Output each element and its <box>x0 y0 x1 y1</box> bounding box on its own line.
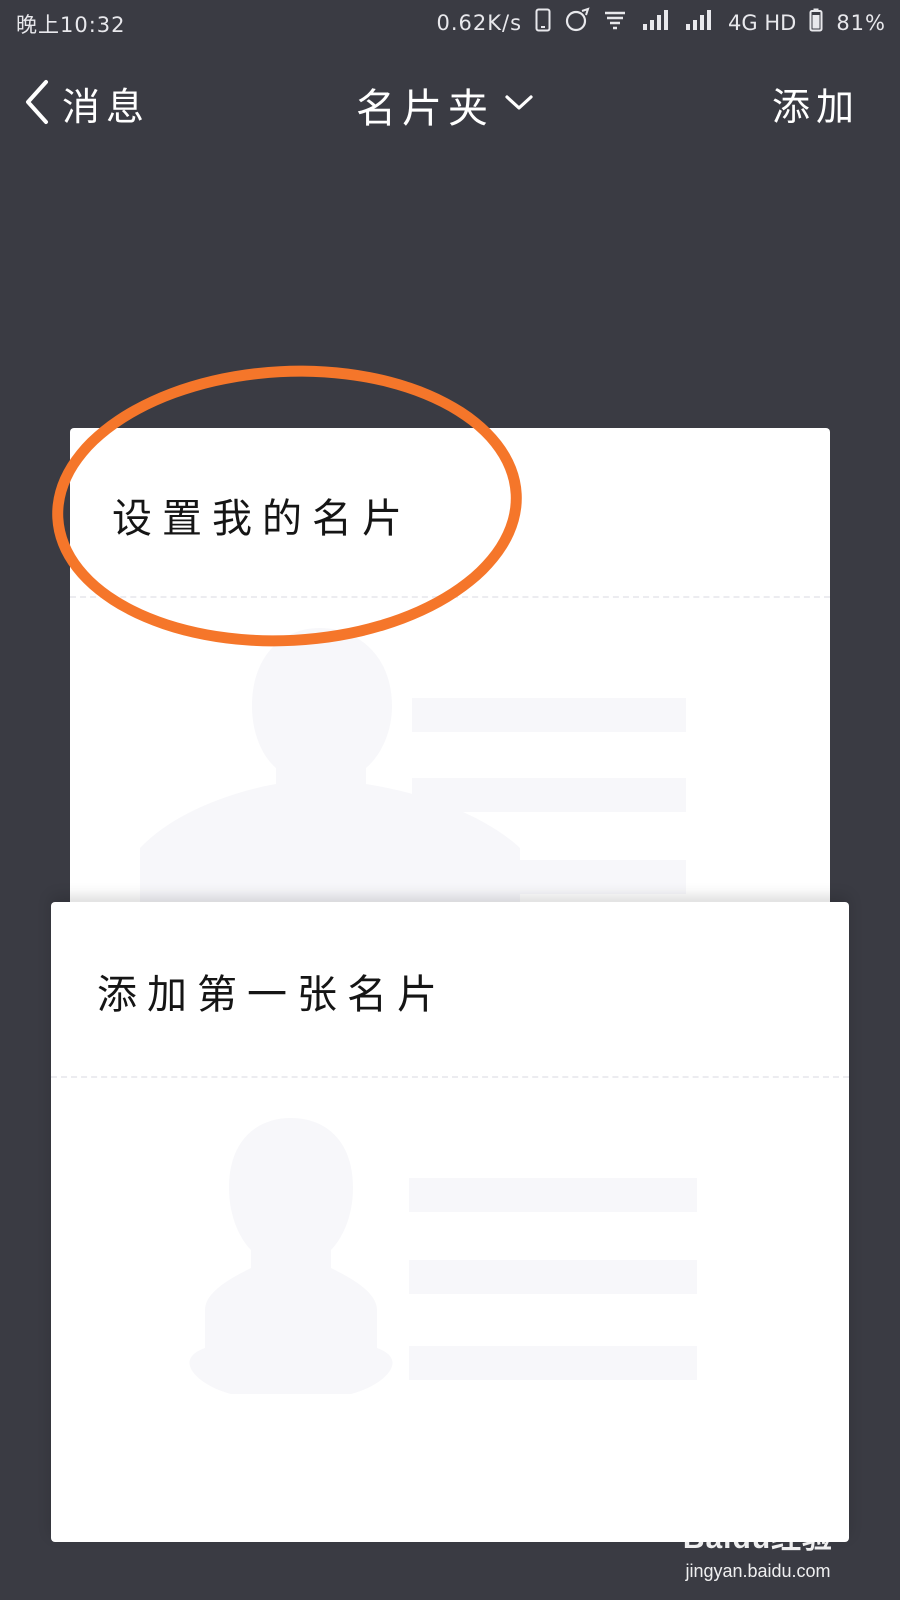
watermark-logo: Baidu经验 <box>682 1522 834 1555</box>
placeholder-line <box>409 1346 697 1380</box>
alarm-icon <box>564 7 590 38</box>
wifi-icon <box>603 9 629 36</box>
status-bar: 晚上10:32 0.62K/s 4G HD 81% <box>0 0 900 46</box>
add-first-card[interactable]: 添加第一张名片 <box>51 902 849 1542</box>
my-card[interactable]: 设置我的名片 <box>70 428 830 916</box>
placeholder-line <box>412 698 686 732</box>
status-time: 晚上10:32 <box>16 13 126 37</box>
add-button[interactable]: 添加 <box>772 76 860 131</box>
back-arrow-icon <box>22 79 52 129</box>
folder-switcher[interactable]: 名片夹 <box>356 76 534 134</box>
signal-icon <box>642 9 672 36</box>
signal-icon <box>685 9 715 36</box>
placeholder-line <box>409 1178 697 1212</box>
back-button[interactable]: 消息 <box>22 76 150 131</box>
placeholder-line <box>412 860 686 894</box>
chevron-down-icon <box>504 93 534 117</box>
avatar-placeholder-icon <box>189 1118 393 1394</box>
add-first-card-title: 添加第一张名片 <box>97 972 447 1018</box>
nav-bar: 消息 名片夹 添加 <box>0 46 900 160</box>
network-speed: 0.62K/s <box>436 10 523 35</box>
battery-icon <box>809 8 823 37</box>
network-type: 4G HD <box>728 10 797 35</box>
phone-icon <box>535 8 551 37</box>
back-label: 消息 <box>62 85 151 129</box>
status-indicators: 0.62K/s 4G HD 81% <box>436 7 886 38</box>
battery-level: 81% <box>836 10 886 35</box>
baidu-watermark: Baidu经验 jingyan.baidu.com <box>668 1513 848 1582</box>
placeholder-line <box>409 1260 697 1294</box>
watermark-url: jingyan.baidu.com <box>685 1561 831 1581</box>
set-my-card-title: 设置我的名片 <box>112 496 412 542</box>
card-placeholder <box>51 1078 849 1542</box>
placeholder-line <box>412 778 686 812</box>
card-placeholder <box>70 598 830 916</box>
page-title: 名片夹 <box>356 86 494 132</box>
